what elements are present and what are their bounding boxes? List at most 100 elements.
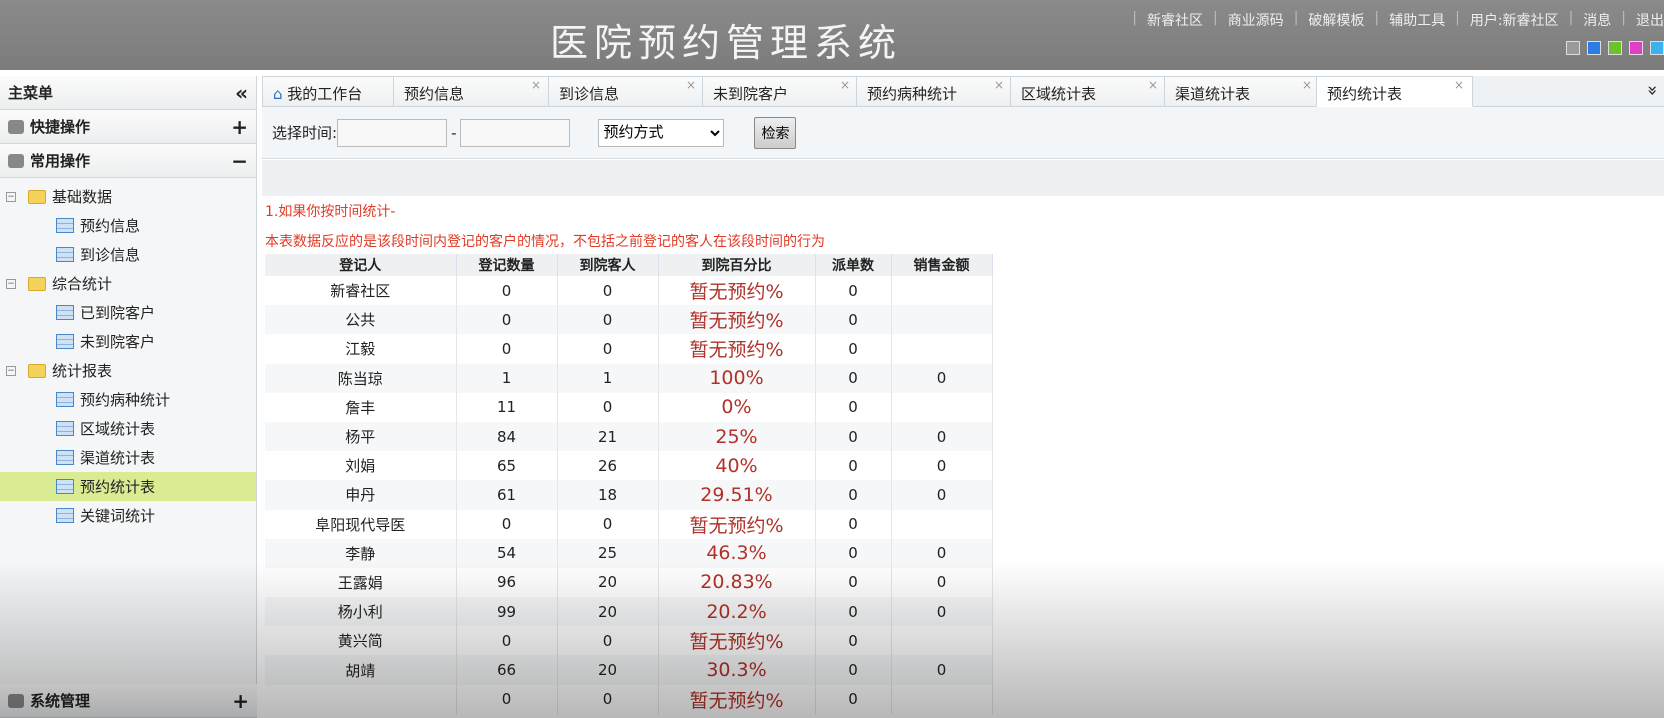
column-header[interactable]: 登记人 bbox=[265, 254, 457, 276]
table-cell: 0 bbox=[456, 626, 558, 656]
start-date-input[interactable] bbox=[337, 118, 448, 147]
top-link[interactable]: 破解模板 bbox=[1308, 10, 1364, 30]
collapse-icon[interactable]: − bbox=[231, 149, 248, 173]
table-cell: 0 bbox=[557, 626, 659, 656]
tree-folder[interactable]: − 综合统计 bbox=[0, 269, 256, 298]
section-common-ops[interactable]: 常用操作 − bbox=[0, 144, 256, 178]
tab[interactable]: 未到院客户 × bbox=[702, 76, 859, 107]
tree-item[interactable]: 预约信息 bbox=[0, 211, 256, 240]
table-cell bbox=[891, 684, 993, 714]
table-cell: 61 bbox=[456, 480, 558, 510]
table-cell: 0 bbox=[456, 305, 558, 335]
section-quick-ops[interactable]: 快捷操作 + bbox=[0, 110, 256, 144]
close-tab-icon[interactable]: × bbox=[1148, 78, 1158, 92]
skin-color-button[interactable] bbox=[1629, 41, 1643, 55]
tab-scroll-button[interactable]: » bbox=[1642, 85, 1663, 96]
tab-bar: ⌂ 我的工作台 预约信息 × 到诊信息 × 未到院客户 × 预约病种统计 × 区域统计表 × 渠道统计… bbox=[262, 76, 1664, 107]
skin-switcher bbox=[1566, 41, 1664, 55]
tab[interactable]: 区域统计表 × bbox=[1010, 76, 1167, 107]
tab[interactable]: 到诊信息 × bbox=[548, 76, 705, 107]
menu-tree: − 基础数据预约信息到诊信息 − 综合统计 已到院客户 未到院客户 − 统计报表 预约病种统计区… bbox=[0, 178, 256, 534]
tab[interactable]: 预约病种统计 × bbox=[856, 76, 1013, 107]
section-label: 常用操作 bbox=[30, 152, 91, 170]
close-tab-icon[interactable]: × bbox=[1302, 78, 1312, 92]
top-link[interactable]: 新睿社区 bbox=[1147, 10, 1203, 30]
skin-color-button[interactable] bbox=[1566, 41, 1580, 55]
tree-folder[interactable]: − 基础数据 bbox=[0, 182, 256, 211]
note-line-2: 本表数据反应的是该段时间内登记的客户的情况，不包括之前登记的客人在该段时间的行为 bbox=[265, 234, 825, 250]
collapse-sidebar-button[interactable]: « bbox=[235, 81, 248, 105]
table-cell: 黄兴简 bbox=[265, 626, 457, 656]
folder-icon bbox=[28, 363, 46, 378]
close-tab-icon[interactable]: × bbox=[531, 78, 541, 92]
table-row: 杨小利 99 20 20.2% 0 0 bbox=[265, 597, 993, 627]
tree-folder[interactable]: − 统计报表 bbox=[0, 356, 256, 385]
app-header: 医院预约管理系统 | 新睿社区 | 商业源码 | 破解模板 | 辅助工具 | 用户:新睿社区 | 消息… bbox=[0, 0, 1664, 70]
close-tab-icon[interactable]: × bbox=[1454, 78, 1464, 92]
collapse-node-icon[interactable]: − bbox=[6, 191, 16, 202]
tree-item[interactable]: 预约统计表 bbox=[0, 472, 256, 501]
table-cell bbox=[891, 276, 993, 306]
table-cell: 46.3% bbox=[658, 538, 816, 568]
tree-item[interactable]: 区域统计表 bbox=[0, 414, 256, 443]
table-icon bbox=[56, 450, 74, 465]
search-button[interactable]: 检索 bbox=[754, 116, 797, 149]
expand-icon[interactable]: + bbox=[232, 689, 249, 713]
skin-color-button[interactable] bbox=[1587, 41, 1601, 55]
table-cell: 0 bbox=[557, 334, 659, 364]
tree-item[interactable]: 关键词统计 bbox=[0, 501, 256, 530]
column-header[interactable]: 到院百分比 bbox=[658, 254, 816, 276]
table-cell: 0 bbox=[557, 684, 659, 714]
tree-item[interactable]: 未到院客户 bbox=[0, 327, 256, 356]
column-header[interactable]: 派单数 bbox=[815, 254, 892, 276]
expand-icon[interactable]: + bbox=[231, 115, 248, 139]
table-row: 0 0 暂无预约% 0 bbox=[265, 684, 993, 714]
table-cell: 0 bbox=[815, 684, 892, 714]
top-link[interactable]: 辅助工具 bbox=[1389, 10, 1445, 30]
tab[interactable]: 渠道统计表 × bbox=[1164, 76, 1321, 107]
tree-item[interactable]: 已到院客户 bbox=[0, 298, 256, 327]
section-system[interactable]: 系统管理 + bbox=[0, 684, 257, 718]
table-cell: 0 bbox=[557, 509, 659, 539]
tree-item[interactable]: 到诊信息 bbox=[0, 240, 256, 269]
tree-item[interactable]: 预约病种统计 bbox=[0, 385, 256, 414]
collapse-node-icon[interactable]: − bbox=[6, 365, 16, 376]
tab[interactable]: ⌂ 我的工作台 bbox=[262, 76, 394, 107]
table-cell: 20 bbox=[557, 655, 659, 685]
end-date-input[interactable] bbox=[460, 118, 571, 147]
booking-method-select[interactable]: 预约方式 bbox=[598, 118, 725, 147]
table-cell: 0 bbox=[456, 334, 558, 364]
table-icon bbox=[56, 508, 74, 523]
table-cell: 0 bbox=[891, 538, 993, 568]
sidebar: 主菜单 « 快捷操作 + 常用操作 − − 基础数据 预约信息 到诊信息 − 综合统计 已到院客户… bbox=[0, 76, 257, 718]
tree-item-label: 预约信息 bbox=[80, 217, 141, 235]
table-cell: 0 bbox=[557, 392, 659, 422]
skin-color-button[interactable] bbox=[1608, 41, 1622, 55]
date-separator: - bbox=[451, 123, 457, 142]
table-cell: 暂无预约% bbox=[658, 509, 816, 539]
column-header[interactable]: 到院客人 bbox=[557, 254, 659, 276]
table-row: 王露娟 96 20 20.83% 0 0 bbox=[265, 567, 993, 598]
column-header[interactable]: 销售金额 bbox=[891, 254, 993, 276]
table-row: 杨平 84 21 25% 0 0 bbox=[265, 421, 993, 452]
table-cell: 0 bbox=[815, 451, 892, 481]
top-link[interactable]: 商业源码 bbox=[1228, 10, 1284, 30]
close-tab-icon[interactable]: × bbox=[994, 78, 1004, 92]
column-header[interactable]: 登记数量 bbox=[456, 254, 558, 276]
top-link[interactable]: 用户:新睿社区 bbox=[1470, 10, 1559, 30]
gear-icon bbox=[8, 693, 24, 708]
table-cell: 0% bbox=[658, 392, 816, 422]
table-cell bbox=[891, 392, 993, 422]
top-link[interactable]: 退出 bbox=[1636, 10, 1664, 30]
filter-toolbar: 选择时间: - 预约方式 检索 bbox=[262, 107, 1664, 159]
tree-item-label: 区域统计表 bbox=[80, 420, 156, 438]
close-tab-icon[interactable]: × bbox=[686, 78, 696, 92]
skin-color-button[interactable] bbox=[1650, 41, 1664, 55]
top-link[interactable]: 消息 bbox=[1583, 10, 1611, 30]
tab[interactable]: 预约信息 × bbox=[393, 76, 550, 107]
collapse-node-icon[interactable]: − bbox=[6, 278, 16, 289]
tab[interactable]: 预约统计表 × bbox=[1316, 76, 1473, 107]
table-cell: 暂无预约% bbox=[658, 626, 816, 656]
close-tab-icon[interactable]: × bbox=[840, 78, 850, 92]
tree-item[interactable]: 渠道统计表 bbox=[0, 443, 256, 472]
